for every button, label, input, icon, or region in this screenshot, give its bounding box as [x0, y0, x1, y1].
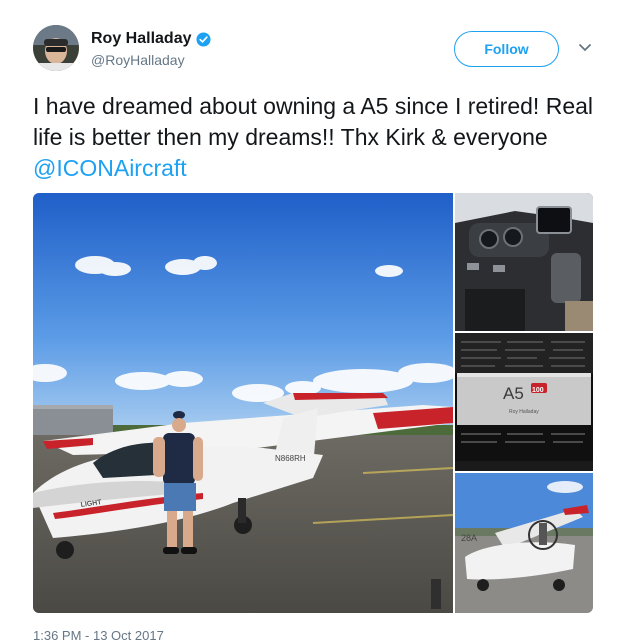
verified-badge-icon	[196, 31, 212, 47]
avatar[interactable]	[33, 25, 79, 71]
photo-plaque[interactable]: A5 100 Roy Halladay	[455, 333, 593, 471]
chevron-down-icon[interactable]	[578, 43, 592, 53]
tail-number-label: N868RH	[275, 454, 306, 463]
photo-hangar[interactable]: 28A	[455, 473, 593, 613]
display-name[interactable]: Roy Halladay	[91, 30, 191, 48]
photo-main[interactable]: N868RH LIGHT	[33, 193, 453, 613]
follow-button[interactable]: Follow	[454, 31, 559, 67]
tweet-timestamp[interactable]: 1:36 PM - 13 Oct 2017	[33, 628, 164, 643]
media-grid: N868RH LIGHT A5 100 Roy Halladay 28A	[33, 193, 593, 613]
plaque-owner: Roy Halladay	[509, 409, 539, 415]
hangar-tail-number: 28A	[461, 533, 477, 543]
photo-cockpit[interactable]	[455, 193, 593, 331]
tweet-text: I have dreamed about owning a A5 since I…	[33, 91, 603, 184]
tweet-body: I have dreamed about owning a A5 since I…	[33, 93, 594, 150]
plaque-model: A5	[503, 384, 524, 403]
mention-link[interactable]: @ICONAircraft	[33, 155, 187, 181]
plaque-badge: 100	[532, 387, 544, 394]
user-handle[interactable]: @RoyHalladay	[91, 52, 185, 68]
